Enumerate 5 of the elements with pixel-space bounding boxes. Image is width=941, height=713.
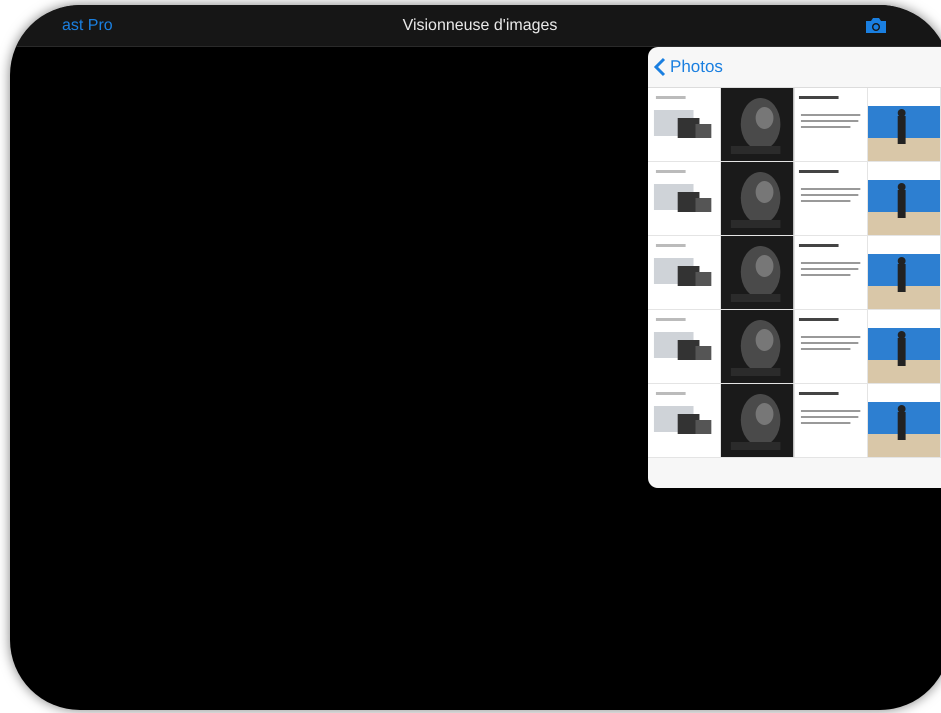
chevron-left-icon xyxy=(654,57,666,77)
window-title: Visionneuse d'images xyxy=(402,16,558,36)
back-button[interactable]: Photos xyxy=(654,54,723,80)
back-link[interactable]: ast Pro xyxy=(62,14,113,38)
camera-icon[interactable] xyxy=(865,17,887,34)
